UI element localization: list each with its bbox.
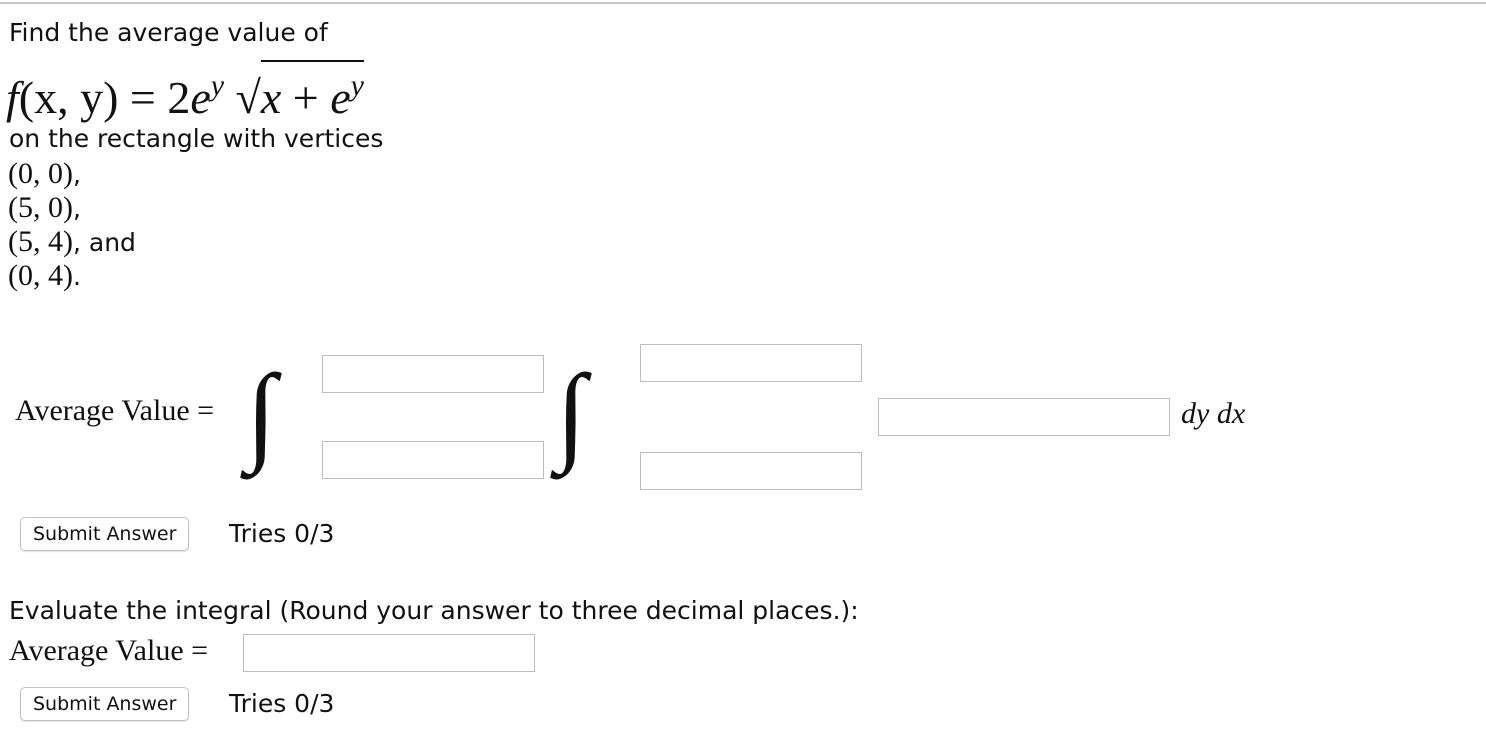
vertex-point: (5, 0): [8, 191, 73, 224]
vertex-tail: ,: [72, 160, 81, 189]
tries-counter: Tries 0/3: [229, 519, 335, 548]
vertex-line: (5, 4), and: [8, 225, 136, 259]
radicand-power: y: [350, 69, 364, 102]
vertex-point: (0, 0): [8, 157, 73, 190]
radical-sign: √: [235, 72, 261, 123]
submit-answer-button[interactable]: Submit Answer: [20, 687, 190, 721]
inner-integral-sign: ∫: [556, 352, 587, 474]
problem-prompt: Find the average value of: [9, 18, 328, 47]
integrand-input[interactable]: [878, 398, 1170, 436]
plus-sign: +: [281, 72, 331, 123]
average-value-label: Average Value =: [15, 394, 215, 427]
average-value-label: Average Value =: [9, 634, 209, 667]
function-args: (x, y): [18, 72, 119, 123]
inner-lower-limit-input[interactable]: [640, 452, 862, 490]
outer-integral-sign: ∫: [246, 352, 277, 474]
vertex-line: (5, 0),: [8, 191, 81, 225]
coefficient: 2: [167, 72, 191, 123]
vertex-tail: ,: [72, 194, 81, 223]
vertex-tail: .: [72, 262, 81, 291]
rectangle-description: on the rectangle with vertices: [9, 124, 384, 153]
function-formula: f(x, y) = 2ey √x + ey: [6, 60, 364, 123]
vertex-line: (0, 4).: [8, 259, 81, 293]
vertex-tail: , and: [72, 228, 136, 257]
vertex-point: (0, 4): [8, 259, 73, 292]
exp-power: y: [210, 69, 225, 102]
top-divider: [0, 2, 1486, 4]
equals-sign: =: [118, 72, 168, 123]
outer-lower-limit-input[interactable]: [322, 441, 544, 479]
tries-counter: Tries 0/3: [229, 689, 335, 718]
radicand: x + ey: [260, 60, 364, 123]
vertex-line: (0, 0),: [8, 157, 81, 191]
square-root: √x + ey: [236, 60, 364, 124]
radicand-e: e: [330, 72, 351, 123]
outer-upper-limit-input[interactable]: [322, 355, 544, 393]
vertex-point: (5, 4): [8, 225, 73, 258]
exp-base: e: [190, 72, 211, 123]
average-value-input[interactable]: [243, 634, 535, 672]
differentials: dy dx: [1181, 397, 1246, 430]
radicand-x: x: [260, 72, 282, 123]
function-name: f: [6, 72, 19, 123]
submit-answer-button[interactable]: Submit Answer: [20, 517, 190, 551]
inner-upper-limit-input[interactable]: [640, 344, 862, 382]
evaluate-instruction: Evaluate the integral (Round your answer…: [9, 596, 859, 625]
